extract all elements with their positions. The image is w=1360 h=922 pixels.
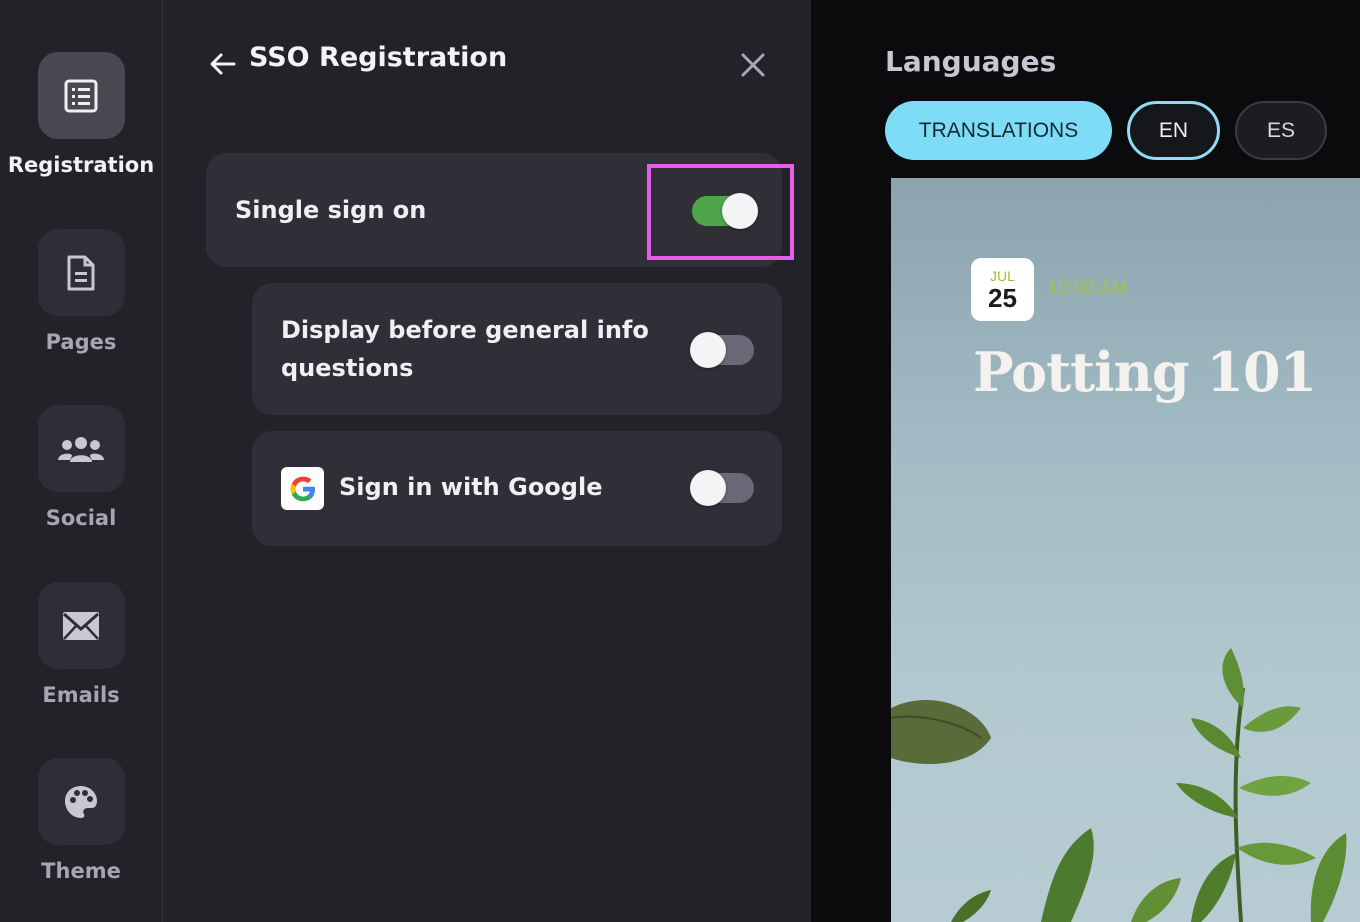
sidebar-item-social[interactable]: Social [0, 405, 162, 530]
event-time: 10:00 AM [1047, 278, 1128, 299]
page-icon [37, 229, 125, 316]
toggle-knob [690, 332, 726, 368]
sidebar-item-label: Pages [45, 330, 117, 354]
google-signin-toggle[interactable] [690, 470, 754, 506]
google-icon [281, 467, 324, 510]
sso-panel: SSO Registration Single sign on Display … [163, 0, 811, 922]
language-en-button[interactable]: EN [1127, 101, 1220, 160]
envelope-icon [37, 582, 125, 669]
display-before-card: Display before general info questions [252, 283, 782, 415]
arrow-left-icon[interactable] [207, 48, 239, 80]
sidebar: Registration Pages Social Emails Theme [0, 0, 163, 922]
display-before-label: Display before general info questions [281, 316, 649, 382]
translations-button[interactable]: TRANSLATIONS [885, 101, 1112, 160]
date-month: JUL [990, 268, 1015, 284]
sidebar-item-registration[interactable]: Registration [0, 52, 162, 177]
highlight-box [647, 164, 794, 260]
sidebar-item-emails[interactable]: Emails [0, 582, 162, 707]
sidebar-item-theme[interactable]: Theme [0, 758, 162, 883]
event-preview: JUL 25 10:00 AM Potting 101 [891, 178, 1360, 922]
event-title: Potting 101 [973, 340, 1317, 404]
sidebar-item-label: Theme [41, 859, 121, 883]
toggle-knob [690, 470, 726, 506]
display-before-toggle[interactable] [690, 332, 754, 368]
palette-icon [37, 758, 125, 845]
date-badge: JUL 25 [971, 258, 1034, 321]
page-title: SSO Registration [249, 42, 508, 73]
google-signin-card: Sign in with Google [252, 431, 782, 546]
sidebar-item-label: Registration [7, 153, 155, 177]
language-es-button[interactable]: ES [1235, 101, 1327, 160]
date-day: 25 [988, 283, 1017, 313]
close-icon[interactable] [737, 49, 769, 81]
languages-title: Languages [885, 45, 1057, 78]
sidebar-item-label: Emails [42, 683, 120, 707]
plant-image [891, 648, 1347, 922]
single-sign-on-label: Single sign on [235, 196, 427, 224]
preview-area: Languages TRANSLATIONS EN ES JUL 25 10:0… [811, 0, 1360, 922]
list-document-icon [37, 52, 125, 139]
google-signin-label: Sign in with Google [339, 473, 603, 501]
sidebar-item-pages[interactable]: Pages [0, 229, 162, 354]
sidebar-item-label: Social [45, 506, 117, 530]
people-icon [37, 405, 125, 492]
